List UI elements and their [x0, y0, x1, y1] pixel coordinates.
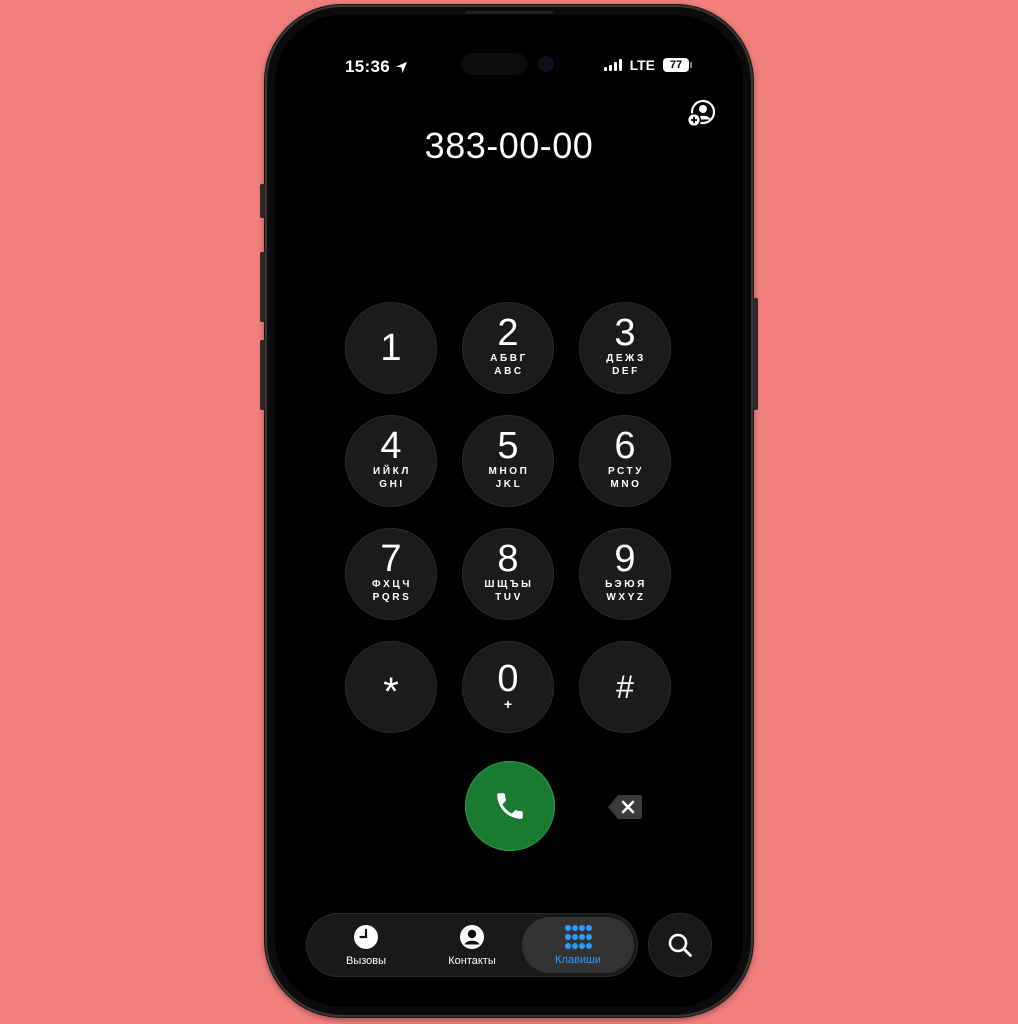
key-digit: * [383, 670, 399, 714]
key-digit: 5 [497, 425, 519, 467]
front-camera [540, 58, 552, 70]
key-letters-cyrillic: РСТУ [607, 466, 645, 477]
key-letters-latin: GHI [379, 479, 405, 490]
dynamic-island [451, 47, 567, 81]
volume-up-button [260, 252, 265, 322]
status-time-label: 15:36 [345, 57, 390, 76]
key-5[interactable]: 5 МНОП JKL [462, 415, 554, 507]
phone-icon [497, 793, 523, 819]
key-letters-latin: PQRS [372, 592, 412, 603]
clock-icon [354, 924, 378, 949]
key-letters-latin: ABC [494, 366, 524, 377]
page-background: 15:36 LTE 77 383-00-00 1 2 АБВГ ABC 3 ДЕ… [0, 0, 1018, 1024]
key-1[interactable]: 1 [345, 302, 437, 394]
phone-speaker [465, 11, 553, 14]
key-6[interactable]: 6 РСТУ MNO [579, 415, 671, 507]
key-8[interactable]: 8 ШЩЪЫ TUV [462, 528, 554, 620]
key-9[interactable]: 9 ЬЭЮЯ WXYZ [579, 528, 671, 620]
tab-keypad[interactable]: Клавиши [522, 917, 634, 973]
island-sensor [461, 53, 527, 75]
action-button [260, 184, 265, 218]
key-2[interactable]: 2 АБВГ ABC [462, 302, 554, 394]
network-type: LTE [629, 57, 655, 73]
key-letters-latin: WXYZ [606, 592, 646, 603]
key-digit: 2 [497, 312, 519, 354]
tab-contacts[interactable]: Контакты [424, 913, 520, 977]
tab-bar: Вызовы Контакты Клавиши [306, 913, 638, 977]
tab-contacts-label: Контакты [448, 954, 496, 967]
delete-button[interactable] [605, 792, 645, 822]
key-star[interactable]: * [345, 641, 437, 733]
key-digit: 6 [614, 425, 636, 467]
phone-screen: 15:36 LTE 77 383-00-00 1 2 АБВГ ABC 3 ДЕ… [275, 15, 743, 1007]
key-3[interactable]: 3 ДЕЖЗ DEF [579, 302, 671, 394]
key-digit: 0 [497, 658, 519, 700]
search-button[interactable] [648, 913, 712, 977]
battery-icon: 77 [663, 58, 692, 72]
signal-strength-icon [603, 59, 622, 71]
person-circle-icon [460, 924, 484, 949]
key-letters-cyrillic: МНОП [488, 466, 530, 477]
tab-recents[interactable]: Вызовы [318, 913, 414, 977]
key-letters-latin: DEF [612, 366, 640, 377]
key-letters-cyrillic: ДЕЖЗ [606, 353, 646, 364]
key-letters-cyrillic: АБВГ [490, 353, 528, 364]
status-time: 15:36 [345, 57, 408, 77]
key-digit: 8 [497, 538, 519, 580]
key-plus: + [503, 696, 513, 712]
key-digit: 9 [614, 538, 636, 580]
volume-down-button [260, 340, 265, 410]
location-arrow-icon [395, 61, 408, 73]
call-button[interactable] [465, 761, 555, 851]
key-digit: 4 [380, 425, 402, 467]
phone-frame: 15:36 LTE 77 383-00-00 1 2 АБВГ ABC 3 ДЕ… [264, 4, 754, 1018]
key-letters-latin: TUV [495, 592, 523, 603]
key-letters-cyrillic: ИЙКЛ [373, 466, 411, 477]
status-indicators: LTE 77 [603, 57, 692, 73]
power-button [753, 298, 758, 410]
dialed-number: 383-00-00 [424, 125, 594, 166]
key-4[interactable]: 4 ИЙКЛ GHI [345, 415, 437, 507]
tab-recents-label: Вызовы [345, 954, 387, 967]
key-digit: 7 [380, 538, 402, 580]
key-7[interactable]: 7 ФХЦЧ PQRS [345, 528, 437, 620]
key-letters-cyrillic: ШЩЪЫ [484, 579, 534, 590]
keypad-grid-icon [565, 924, 592, 949]
key-letters-latin: MNO [610, 479, 642, 490]
key-digit: 3 [614, 312, 636, 354]
key-0[interactable]: 0 + [462, 641, 554, 733]
battery-level: 77 [669, 59, 683, 71]
search-icon [668, 933, 692, 957]
backspace-icon [608, 795, 642, 819]
key-hash[interactable]: # [579, 641, 671, 733]
key-letters-latin: JKL [495, 479, 523, 490]
key-digit: 1 [380, 327, 402, 369]
key-letters-cyrillic: ФХЦЧ [372, 579, 412, 590]
key-digit: # [616, 669, 634, 705]
key-letters-cyrillic: ЬЭЮЯ [605, 579, 647, 590]
tab-keypad-label: Клавиши [555, 953, 601, 966]
